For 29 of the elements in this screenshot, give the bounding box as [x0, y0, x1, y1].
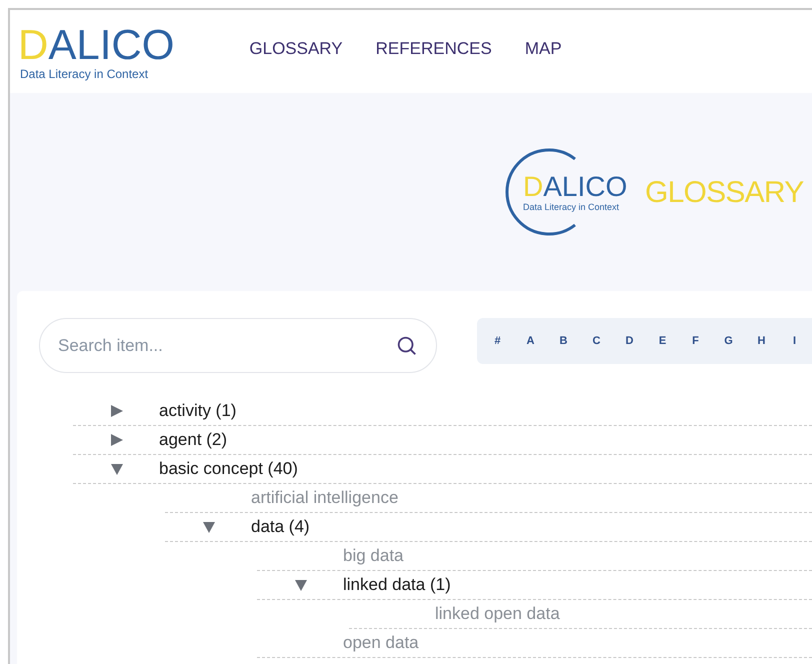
down-triangle-icon[interactable]	[202, 520, 216, 534]
letter-link[interactable]: D	[624, 332, 635, 350]
logo: DALICO Data Literacy in Context	[523, 172, 628, 212]
letter-link[interactable]: G	[723, 332, 734, 350]
down-triangle-icon[interactable]	[110, 462, 124, 476]
letter-link[interactable]: H	[756, 332, 767, 350]
letter-link[interactable]: A	[525, 332, 536, 350]
letter-link[interactable]: I	[789, 332, 800, 350]
letter-link[interactable]: F	[690, 332, 701, 350]
search-input[interactable]: Search item...	[58, 332, 396, 358]
right-triangle-icon[interactable]	[110, 433, 124, 447]
hero-title: GLOSSARY	[645, 174, 804, 210]
logo: DALICO Data Literacy in Context	[18, 24, 174, 80]
category-label[interactable]: linked data (1)	[343, 572, 451, 598]
letter-link[interactable]: C	[591, 332, 602, 350]
category-label[interactable]: data (4)	[251, 514, 310, 540]
category-label[interactable]: agent (2)	[159, 427, 228, 453]
letter-link[interactable]: #	[492, 332, 503, 350]
category-label[interactable]: activity (1)	[159, 398, 236, 424]
letter-link[interactable]: E	[657, 332, 668, 350]
nav-link[interactable]: REFERENCES	[376, 36, 492, 62]
search-field[interactable]: Search item...	[39, 318, 437, 373]
nav-link[interactable]: MAP	[524, 36, 562, 62]
search-icon[interactable]	[396, 334, 418, 356]
category-label[interactable]: basic concept (40)	[159, 456, 298, 482]
down-triangle-icon[interactable]	[294, 578, 308, 592]
letter-link[interactable]: B	[558, 332, 569, 350]
right-triangle-icon[interactable]	[110, 404, 124, 418]
nav-link[interactable]: GLOSSARY	[249, 36, 343, 62]
